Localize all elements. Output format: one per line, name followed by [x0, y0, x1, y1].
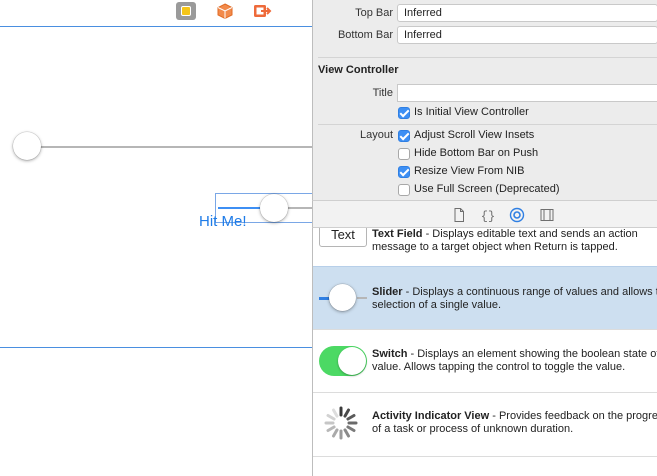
resize-from-nib-label: Resize View From NIB	[414, 165, 525, 177]
adjust-scroll-insets-label: Adjust Scroll View Insets	[414, 129, 535, 141]
list-item-activity-indicator[interactable]: Activity Indicator View - Provides feedb…	[313, 393, 657, 457]
switch-desc: - Displays an element showing the boolea…	[372, 348, 657, 373]
object-library-list[interactable]: Text Text Field - Displays editable text…	[312, 228, 657, 476]
use-full-screen-label: Use Full Screen (Deprecated)	[414, 183, 560, 195]
switch-description: Switch - Displays an element showing the…	[372, 348, 657, 374]
slider-title: Slider	[372, 286, 403, 298]
slider-desc: - Displays a continuous range of values …	[372, 286, 657, 311]
top-bar-label: Top Bar	[355, 7, 393, 19]
section-separator-2	[318, 124, 657, 125]
list-item-switch[interactable]: Switch - Displays an element showing the…	[313, 330, 657, 393]
switch-title: Switch	[372, 348, 408, 360]
svg-text:{}: {}	[481, 210, 495, 224]
title-field[interactable]	[397, 84, 657, 102]
text-field-title: Text Field	[372, 228, 423, 240]
main-slider-thumb[interactable]	[13, 132, 41, 160]
view-controller-icon[interactable]	[176, 2, 196, 20]
hit-me-button[interactable]: Hit Me!	[199, 213, 247, 230]
activity-indicator-description: Activity Indicator View - Provides feedb…	[372, 410, 657, 436]
layout-check-2[interactable]	[398, 166, 410, 178]
list-item-text-field[interactable]: Text Text Field - Displays editable text…	[313, 228, 657, 268]
list-item-slider[interactable]: Slider - Displays a continuous range of …	[313, 266, 657, 330]
switch-icon	[319, 346, 367, 376]
media-library-icon[interactable]	[539, 207, 555, 223]
bottom-bar-label: Bottom Bar	[337, 29, 393, 41]
slider-description: Slider - Displays a continuous range of …	[372, 286, 657, 312]
hide-bottom-bar-label: Hide Bottom Bar on Push	[414, 147, 539, 159]
layout-check-1[interactable]	[398, 148, 410, 160]
scene-top-border	[0, 26, 312, 27]
section-separator	[318, 57, 657, 58]
text-field-icon: Text	[319, 228, 367, 247]
dragged-slider-thumb[interactable]	[260, 194, 288, 222]
file-template-icon[interactable]	[451, 207, 467, 223]
storyboard-canvas[interactable]: Hit Me!	[0, 0, 312, 476]
library-tab-bar: {}	[312, 200, 657, 228]
layout-label: Layout	[359, 129, 393, 141]
dragged-slider-min-track	[218, 207, 263, 209]
bottom-bar-popup[interactable]: Inferred	[397, 26, 657, 44]
code-snippet-icon[interactable]: {}	[480, 207, 496, 224]
scene-bottom-border	[0, 347, 312, 348]
slider-icon	[319, 282, 367, 312]
main-slider-track	[26, 146, 312, 148]
first-responder-icon[interactable]	[215, 2, 235, 20]
activity-indicator-title: Activity Indicator View	[372, 410, 490, 422]
layout-check-3[interactable]	[398, 184, 410, 196]
exit-icon[interactable]	[252, 2, 272, 20]
initial-vc-check[interactable]	[398, 107, 410, 119]
layout-check-0[interactable]	[398, 130, 410, 142]
activity-indicator-icon	[324, 406, 358, 440]
section-title: View Controller	[318, 64, 399, 76]
object-library-icon[interactable]	[509, 207, 525, 223]
attributes-inspector: Top Bar Inferred Bottom Bar Inferred Vie…	[312, 0, 657, 200]
title-label: Title	[372, 87, 393, 99]
top-bar-popup[interactable]: Inferred	[397, 4, 657, 22]
initial-vc-label: Is Initial View Controller	[414, 106, 529, 118]
text-field-description: Text Field - Displays editable text and …	[372, 228, 657, 254]
